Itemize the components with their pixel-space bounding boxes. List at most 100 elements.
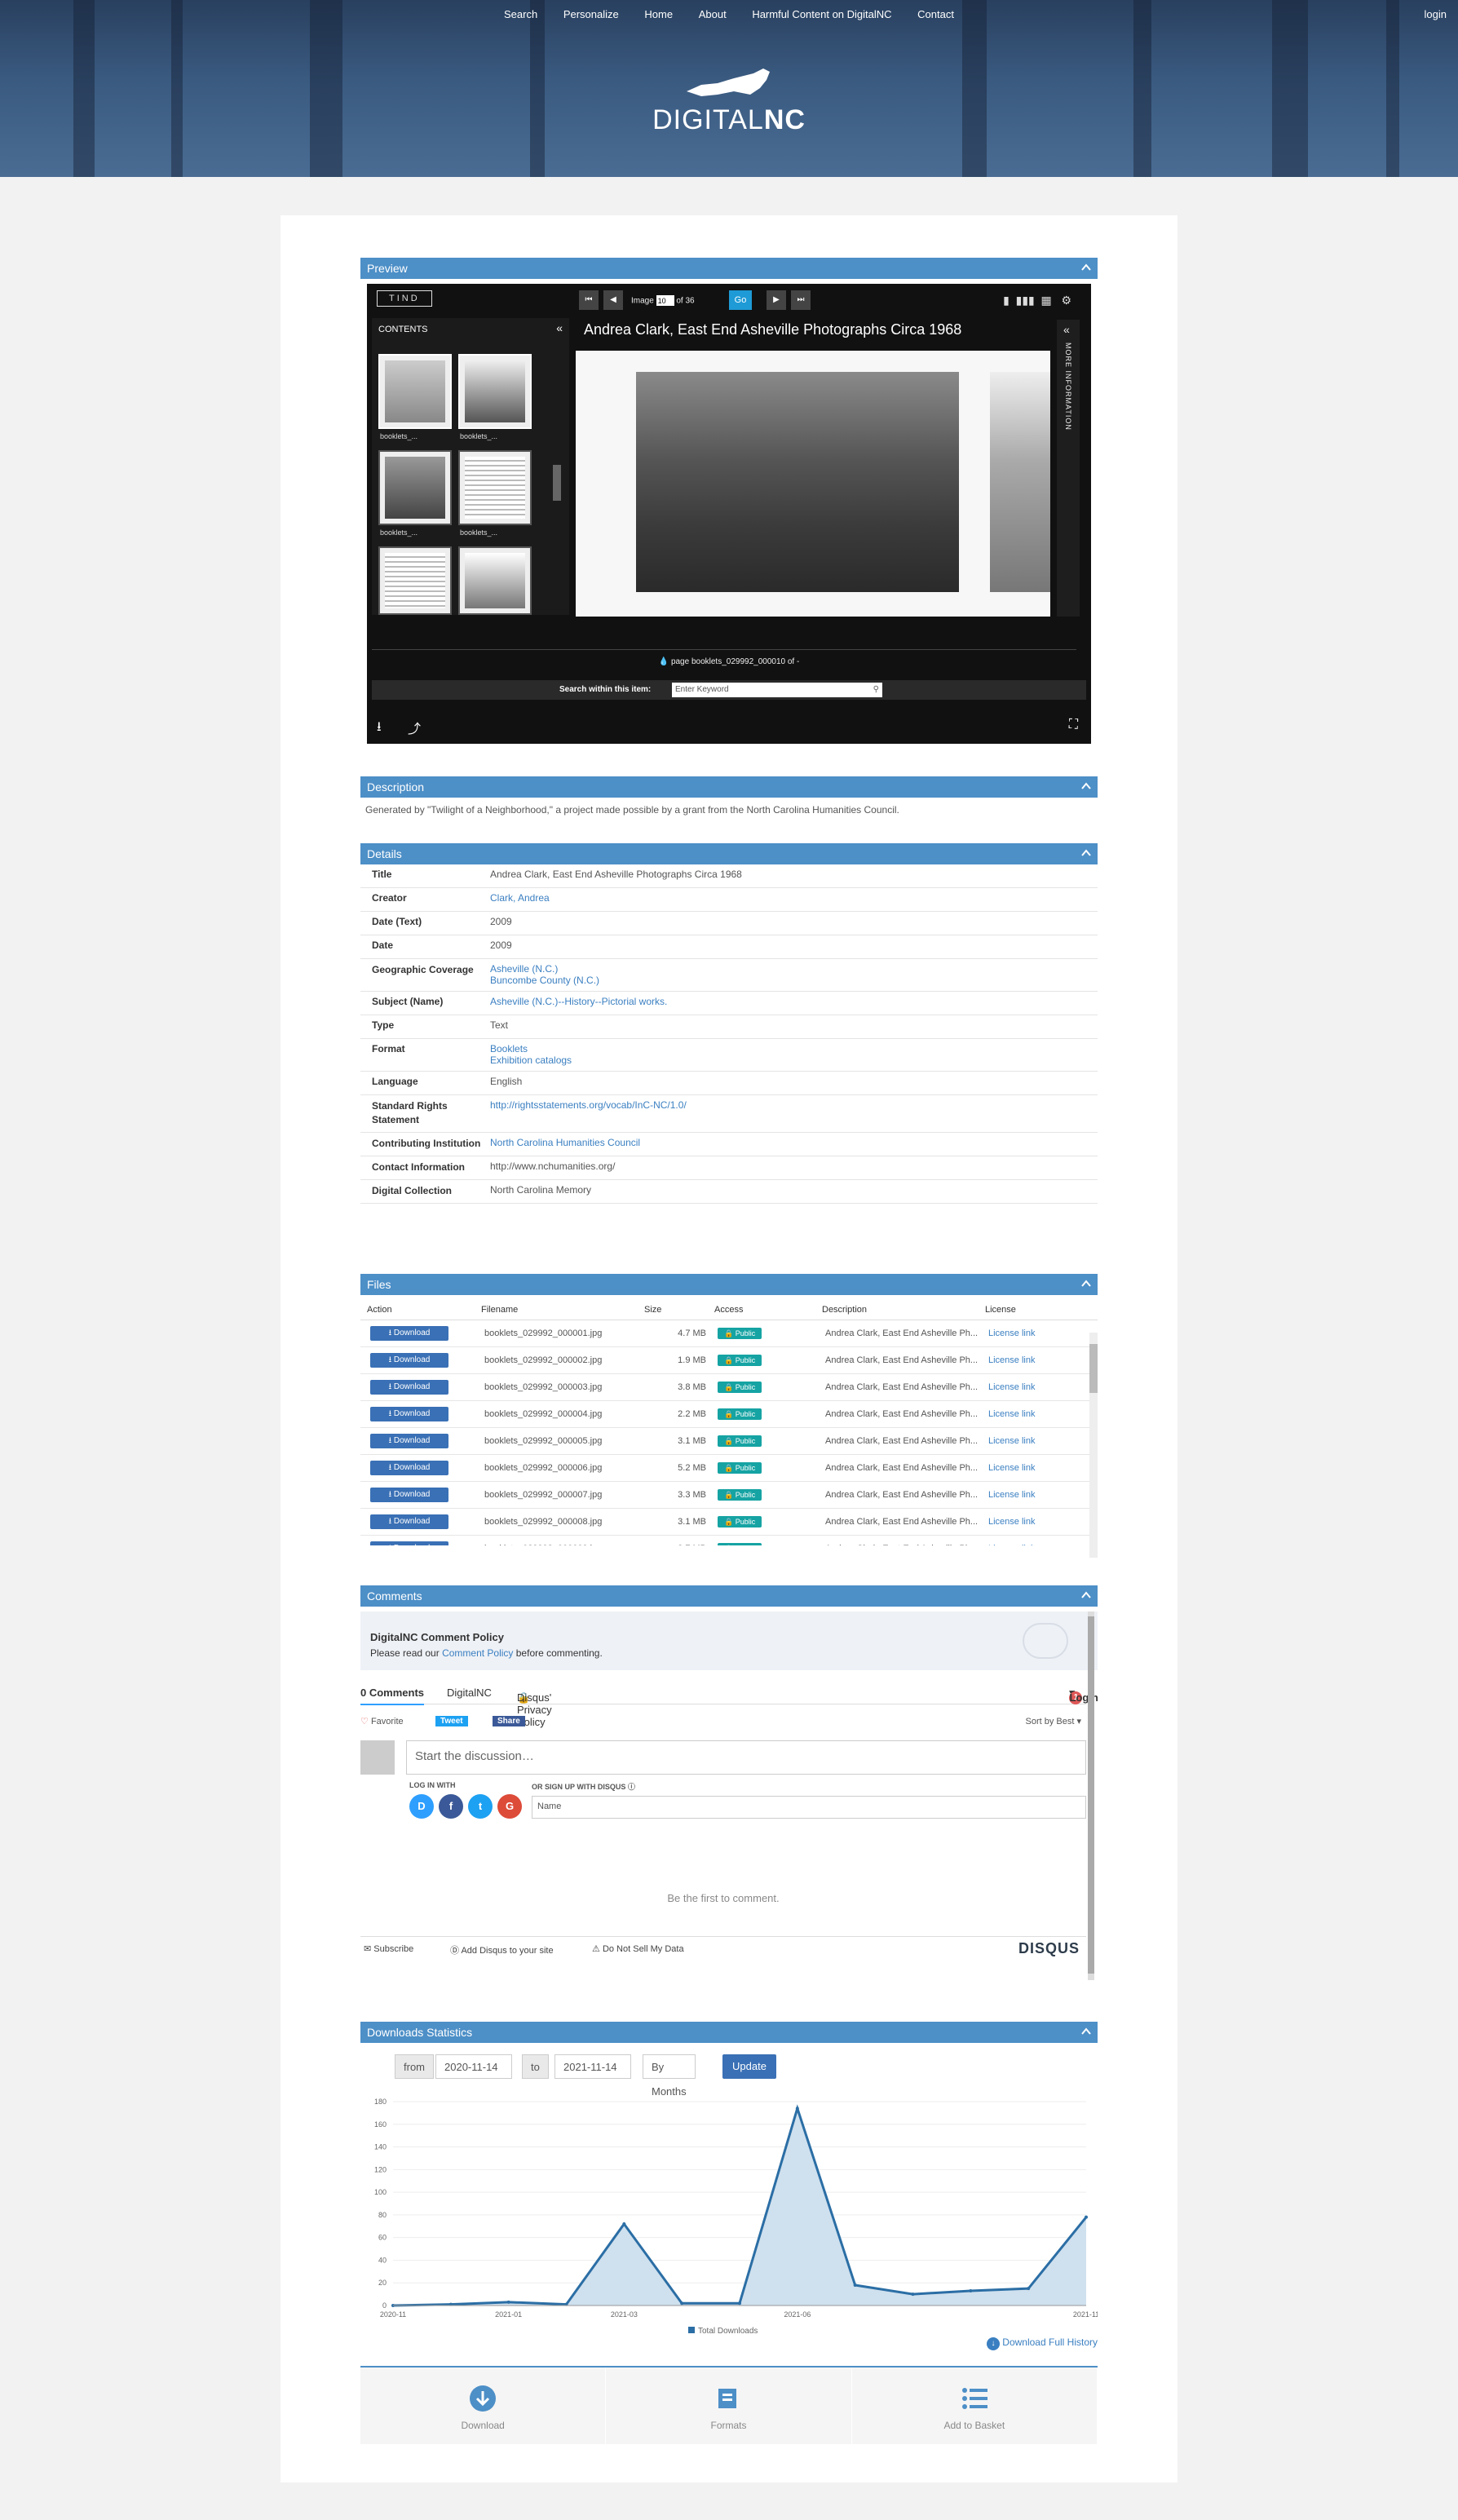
download-button[interactable]: ⭳ Download (370, 1407, 448, 1421)
download-button[interactable]: ⭳ Download (370, 1514, 448, 1529)
detail-link[interactable]: http://rightsstatements.org/vocab/InC-NC… (490, 1099, 1098, 1111)
data-point[interactable] (853, 2283, 857, 2287)
detail-link[interactable]: Clark, Andrea (490, 892, 1098, 904)
col-filename[interactable]: Filename (481, 1305, 644, 1315)
license-link[interactable]: License link (988, 1517, 1070, 1527)
data-point[interactable] (911, 2292, 915, 2297)
search-icon[interactable]: ⚲ (873, 683, 879, 697)
to-date-input[interactable]: 2021-11-14 (554, 2054, 631, 2079)
name-field[interactable]: Name (532, 1796, 1086, 1819)
license-link-text[interactable]: License link (988, 1490, 1035, 1500)
chevron-up-icon[interactable] (1081, 848, 1091, 858)
facebook-share-button[interactable]: Share (493, 1716, 525, 1726)
collapse-sidebar-icon[interactable]: « (556, 321, 563, 334)
license-link-text[interactable]: License link (988, 1382, 1035, 1392)
download-button[interactable]: ⭳ Download (370, 1434, 448, 1448)
download-button[interactable]: ⭳ Download (370, 1541, 448, 1545)
expand-info-icon[interactable]: « (1063, 323, 1070, 336)
statistics-header[interactable]: Downloads Statistics (360, 2022, 1098, 2043)
col-description[interactable]: Description (822, 1305, 985, 1315)
license-link-text[interactable]: License link (988, 1355, 1035, 1365)
details-header[interactable]: Details (360, 843, 1098, 864)
page-image[interactable] (576, 351, 1050, 617)
next-page-button[interactable]: ▶ (767, 290, 786, 310)
license-link-text[interactable]: License link (988, 1409, 1035, 1419)
add-to-basket-action[interactable]: Add to Basket (852, 2367, 1098, 2444)
comments-header[interactable]: Comments (360, 1585, 1098, 1607)
login-link[interactable]: login (1425, 8, 1447, 20)
download-full-history-link[interactable]: ↓ Download Full History (986, 2337, 1098, 2350)
settings-gear-icon[interactable]: ⚙ (1061, 294, 1071, 307)
data-point[interactable] (1085, 2215, 1088, 2219)
nc-state-logo-icon[interactable] (685, 67, 771, 99)
description-header[interactable]: Description (360, 776, 1098, 798)
detail-link[interactable]: Booklets (490, 1043, 1098, 1054)
comment-policy-link[interactable]: Comment Policy (442, 1647, 513, 1659)
last-page-button[interactable]: ⏭ (791, 290, 811, 310)
download-button[interactable]: ⭳ Download (370, 1461, 448, 1475)
tab-comments-count[interactable]: 0 Comments (360, 1687, 425, 1705)
comments-scrollbar[interactable] (1088, 1611, 1094, 1980)
nav-home[interactable]: Home (644, 8, 673, 20)
files-header[interactable]: Files (360, 1274, 1098, 1295)
download-button[interactable]: ⭳ Download (370, 1326, 448, 1341)
preview-header[interactable]: Preview (360, 258, 1098, 279)
thumbnail[interactable] (378, 450, 452, 525)
first-page-button[interactable]: ⏮ (579, 290, 599, 310)
license-link[interactable]: License link (988, 1355, 1070, 1365)
prev-page-button[interactable]: ◀ (603, 290, 623, 310)
download-button[interactable]: ⭳ Download (370, 1380, 448, 1395)
download-icon[interactable]: ⭳ (377, 718, 382, 740)
detail-link[interactable]: North Carolina Humanities Council (490, 1137, 1098, 1148)
license-link[interactable]: License link (988, 1544, 1070, 1545)
license-link-text[interactable]: License link (988, 1544, 1035, 1545)
license-link-text[interactable]: License link (988, 1517, 1035, 1527)
fullscreen-icon[interactable]: ⛶ (1069, 718, 1078, 732)
detail-link[interactable]: Exhibition catalogs (490, 1054, 1098, 1066)
thumbnail[interactable] (458, 546, 532, 615)
grouping-select[interactable]: By Months (643, 2054, 696, 2098)
help-icon[interactable]: ⓘ (628, 1783, 635, 1791)
image-number-input[interactable] (656, 295, 674, 306)
facebook-login-icon[interactable]: f (439, 1794, 463, 1819)
license-link-text[interactable]: License link (988, 1329, 1035, 1338)
col-access[interactable]: Access (714, 1305, 822, 1315)
license-link[interactable]: License link (988, 1436, 1070, 1446)
more-information-panel[interactable]: « MORE INFORMATION (1057, 320, 1080, 617)
thumbnail[interactable] (378, 354, 452, 429)
license-link[interactable]: License link (988, 1329, 1070, 1338)
chevron-up-icon[interactable] (1081, 263, 1091, 272)
data-point[interactable] (1027, 2287, 1031, 2291)
double-view-icon[interactable]: ▮▮▮ (1016, 294, 1035, 307)
download-button[interactable]: ⭳ Download (370, 1353, 448, 1368)
col-size[interactable]: Size (644, 1305, 714, 1315)
chevron-up-icon[interactable] (1081, 781, 1091, 791)
chevron-up-icon[interactable] (1081, 1590, 1091, 1600)
keyword-search-input[interactable]: Enter Keyword ⚲ (672, 683, 882, 697)
twitter-login-icon[interactable]: t (468, 1794, 493, 1819)
thumbnail[interactable] (458, 354, 532, 429)
files-scrollbar[interactable] (1089, 1333, 1098, 1558)
subscribe-link[interactable]: ✉ Subscribe (364, 1943, 413, 1954)
tab-digitalnc[interactable]: DigitalNC (447, 1687, 492, 1699)
disqus-logo[interactable]: DISQUS (1018, 1940, 1080, 1957)
nav-harmful-content[interactable]: Harmful Content on DigitalNC (752, 8, 891, 20)
grid-view-icon[interactable]: ▦ (1041, 294, 1052, 307)
data-point[interactable] (969, 2288, 973, 2292)
chevron-up-icon[interactable] (1081, 1279, 1091, 1289)
download-button[interactable]: ⭳ Download (370, 1488, 448, 1502)
col-license[interactable]: License (985, 1305, 1067, 1315)
nav-personalize[interactable]: Personalize (563, 8, 619, 20)
detail-link[interactable]: Buncombe County (N.C.) (490, 975, 1098, 986)
nav-search[interactable]: Search (504, 8, 537, 20)
download-action[interactable]: Download (360, 2367, 607, 2444)
favorite-button[interactable]: ♡ Favorite (360, 1716, 404, 1726)
disqus-login-icon[interactable]: D (409, 1794, 434, 1819)
data-point[interactable] (680, 2301, 684, 2306)
license-link[interactable]: License link (988, 1382, 1070, 1392)
nav-about[interactable]: About (699, 8, 727, 20)
single-view-icon[interactable]: ▮ (1003, 294, 1010, 307)
do-not-sell-link[interactable]: ⚠ Do Not Sell My Data (592, 1943, 684, 1954)
license-link[interactable]: License link (988, 1490, 1070, 1500)
chevron-up-icon[interactable] (1081, 2027, 1091, 2036)
